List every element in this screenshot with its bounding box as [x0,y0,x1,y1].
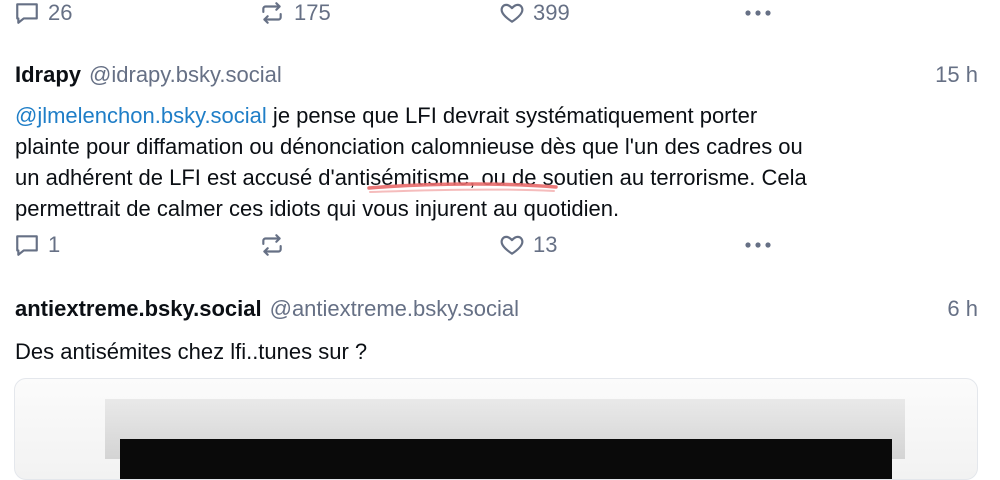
author-handle[interactable]: @antiextreme.bsky.social [270,296,519,322]
post2-line-2: plainte pour diffamation ou dénonciation… [15,134,803,159]
like-icon [500,3,524,23]
post2-header: Idrapy @idrapy.bsky.social 15 h [15,62,978,92]
more-icon [745,242,771,248]
post3-body: Des antisémites chez lfi..tunes sur ? [15,336,935,367]
like-count: 399 [533,0,570,25]
reply-button[interactable]: 26 [14,0,72,26]
like-button[interactable]: 13 [499,232,557,258]
mention-link[interactable]: @jlmelenchon.bsky.social [15,103,267,128]
post2-line-1: @jlmelenchon.bsky.social je pense que LF… [15,100,935,131]
repost-button[interactable]: 175 [258,0,331,26]
more-icon [745,10,771,16]
red-underline-annotation [367,182,558,193]
repost-count: 175 [294,0,331,25]
like-icon [500,235,524,255]
reply-count: 26 [48,0,73,25]
reply-icon [16,235,38,256]
post3-header: antiextreme.bsky.social @antiextreme.bsk… [15,296,978,326]
reply-count: 1 [48,232,61,257]
post-timestamp[interactable]: 15 h [935,62,978,88]
author-display-name[interactable]: Idrapy [15,62,81,88]
repost-icon [262,234,282,256]
author-handle[interactable]: @idrapy.bsky.social [89,62,282,88]
more-options-button[interactable] [742,235,774,260]
post-timestamp[interactable]: 6 h [947,296,978,322]
repost-button[interactable] [258,232,294,258]
post2-body: @jlmelenchon.bsky.social je pense que LF… [15,100,935,224]
post3-text: Des antisémites chez lfi..tunes sur ? [15,339,368,364]
like-button[interactable]: 399 [499,0,570,26]
repost-icon [262,2,282,24]
post2-action-bar: 1 13 [0,232,1000,266]
more-options-button[interactable] [742,3,774,28]
author-display-name[interactable]: antiextreme.bsky.social [15,296,262,322]
reply-button[interactable]: 1 [14,232,60,258]
reply-icon [16,3,38,24]
like-count: 13 [533,232,558,257]
embedded-image-card[interactable] [14,378,978,480]
post2-line-1-text: je pense que LFI devrait systématiquemen… [266,103,758,128]
post1-action-bar: 26 175 399 [0,0,1000,34]
